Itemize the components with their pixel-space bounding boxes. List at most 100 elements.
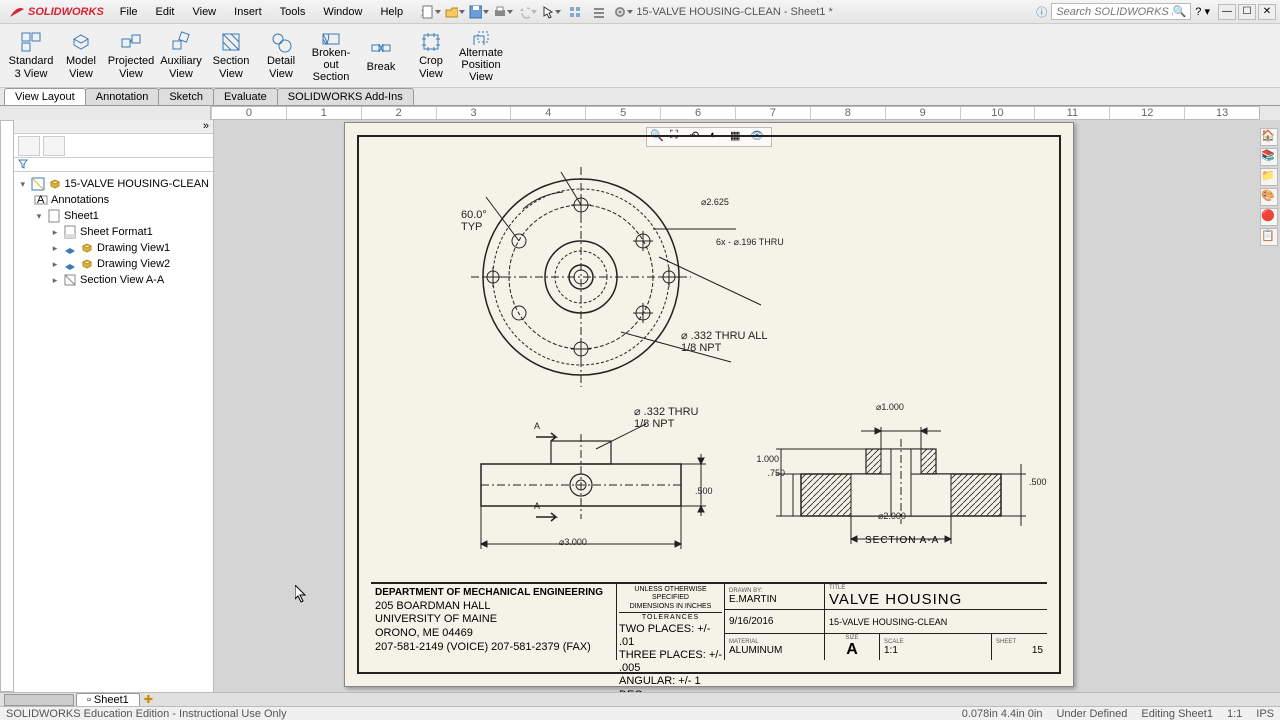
part-icon [48, 177, 62, 191]
info-icon[interactable]: ⓘ [1036, 4, 1047, 20]
diameter-dim: ⌀2.625 [701, 197, 729, 208]
width-dim: ⌀3.000 [559, 537, 587, 548]
minimize-button[interactable]: — [1218, 4, 1236, 20]
sect-bot-dim: ⌀2.000 [878, 511, 906, 522]
tab-addins[interactable]: SOLIDWORKS Add-Ins [277, 88, 414, 105]
sect-h3: .500 [1029, 477, 1047, 487]
command-tab-strip: View Layout Annotation Sketch Evaluate S… [0, 88, 1280, 106]
menu-edit[interactable]: Edit [148, 3, 183, 21]
menu-insert[interactable]: Insert [226, 3, 270, 21]
sheet-tab-icon: ▫ [87, 694, 91, 706]
maximize-button[interactable]: ☐ [1238, 4, 1256, 20]
tree-drawing-view1[interactable]: ▸ Drawing View1 [16, 240, 211, 256]
break-button[interactable]: Break [356, 26, 406, 85]
design-library-icon[interactable]: 📚 [1260, 148, 1278, 166]
new-doc-icon[interactable] [420, 2, 442, 22]
tab-annotation[interactable]: Annotation [85, 88, 160, 105]
help-search-input[interactable] [1056, 6, 1172, 18]
sheet-tab[interactable]: ▫Sheet1 [76, 693, 140, 707]
feature-tree: ▾ 15-VALVE HOUSING-CLEAN A Annotations ▾… [14, 172, 213, 292]
drawing-filename: 15-VALVE HOUSING-CLEAN [829, 617, 1043, 627]
tab-evaluate[interactable]: Evaluate [213, 88, 278, 105]
tree-root[interactable]: ▾ 15-VALVE HOUSING-CLEAN [16, 176, 211, 192]
collapse-panel-icon[interactable]: » [203, 120, 209, 132]
appearances-icon[interactable]: 🔴 [1260, 208, 1278, 226]
tree-section-view[interactable]: ▸ Section View A-A [16, 272, 211, 288]
tab-view-layout[interactable]: View Layout [4, 88, 86, 105]
drawing-area: 60.0°TYP ⌀2.625 6x - ⌀.196 THRU ⌀ .332 T… [371, 149, 1047, 660]
model-view-button[interactable]: ModelView [56, 26, 106, 85]
broken-out-section-button[interactable]: Broken-outSection [306, 26, 356, 85]
model-tab[interactable] [4, 694, 74, 706]
projected-view-button[interactable]: ProjectedView [106, 26, 156, 85]
feature-tree-tab-icon[interactable] [18, 136, 40, 156]
resources-tab-icon[interactable]: 🏠 [1260, 128, 1278, 146]
tree-sheet[interactable]: ▾ Sheet1 [16, 208, 211, 224]
tab-sketch[interactable]: Sketch [158, 88, 214, 105]
status-units[interactable]: IPS [1256, 708, 1274, 720]
sect-h1: 1.000 [751, 454, 779, 464]
title-block-tolerances: UNLESS OTHERWISE SPECIFIED DIMENSIONS IN… [617, 584, 725, 660]
print-icon[interactable] [492, 2, 514, 22]
tree-sheet-format[interactable]: ▸ Sheet Format1 [16, 224, 211, 240]
tree-annotations[interactable]: A Annotations [16, 192, 211, 208]
open-icon[interactable] [444, 2, 466, 22]
auxiliary-view-button[interactable]: AuxiliaryView [156, 26, 206, 85]
options-icon[interactable] [588, 2, 610, 22]
title-block-address: DEPARTMENT OF MECHANICAL ENGINEERING 205… [371, 584, 617, 660]
section-label: SECTION A-A [865, 535, 939, 546]
sheet-tab-bar: ▫Sheet1 ✚ [0, 692, 1280, 706]
panel-tab-icons [14, 134, 213, 158]
menu-help[interactable]: Help [372, 3, 411, 21]
help-dropdown-icon[interactable]: ? ▾ [1195, 5, 1210, 18]
annotations-icon: A [34, 193, 48, 207]
drawing-title: VALVE HOUSING [829, 591, 1043, 608]
filter-icon[interactable] [14, 158, 213, 172]
help-search-box[interactable]: 🔍 [1051, 3, 1191, 20]
menu-window[interactable]: Window [315, 3, 370, 21]
view-palette-icon[interactable]: 🎨 [1260, 188, 1278, 206]
property-tab-icon[interactable] [43, 136, 65, 156]
status-bar: SOLIDWORKS Education Edition - Instructi… [0, 706, 1280, 720]
help-search-area: ⓘ 🔍 ? ▾ [1036, 3, 1210, 20]
search-icon[interactable]: 🔍 [1173, 5, 1187, 18]
add-sheet-icon[interactable]: ✚ [144, 693, 153, 706]
crop-view-button[interactable]: CropView [406, 26, 456, 85]
section-view-button[interactable]: SectionView [206, 26, 256, 85]
menu-file[interactable]: File [112, 3, 146, 21]
rebuild-icon[interactable] [564, 2, 586, 22]
alternate-position-view-button[interactable]: AlternatePositionView [456, 26, 506, 85]
standard-3view-button[interactable]: Standard3 View [6, 26, 56, 85]
detail-view-button[interactable]: DetailView [256, 26, 306, 85]
status-defined: Under Defined [1056, 708, 1127, 720]
settings-icon[interactable] [612, 2, 634, 22]
drawing-canvas[interactable]: 🔍 ⛶ ↶ ◐ ▦ 👁 [214, 120, 1280, 692]
menu-tools[interactable]: Tools [272, 3, 314, 21]
status-scale[interactable]: 1:1 [1227, 708, 1242, 720]
custom-props-icon[interactable]: 📋 [1260, 228, 1278, 246]
status-coords: 0.078in 4.4in 0in [962, 708, 1043, 720]
sheet-icon [47, 209, 61, 223]
tree-drawing-view2[interactable]: ▸ Drawing View2 [16, 256, 211, 272]
solidworks-icon [8, 3, 26, 21]
undo-icon[interactable] [516, 2, 538, 22]
sect-top-dim: ⌀1.000 [876, 402, 904, 413]
close-button[interactable]: ✕ [1258, 4, 1276, 20]
file-explorer-icon[interactable]: 📁 [1260, 168, 1278, 186]
menu-view[interactable]: View [184, 3, 224, 21]
section-view-icon [63, 273, 77, 287]
status-edition: SOLIDWORKS Education Edition - Instructi… [6, 708, 287, 720]
select-icon[interactable] [540, 2, 562, 22]
app-logo: SOLIDWORKS [4, 3, 112, 21]
part-ref-icon [80, 257, 94, 271]
center-hole-callout: ⌀ .332 THRU ALL1/8 NPT [681, 329, 768, 354]
mouse-cursor [295, 585, 307, 603]
angle-dim: 60.0°TYP [461, 209, 487, 233]
save-icon[interactable] [468, 2, 490, 22]
title-bar: SOLIDWORKS File Edit View Insert Tools W… [0, 0, 1280, 24]
drawing-sheet[interactable]: 🔍 ⛶ ↶ ◐ ▦ 👁 [344, 122, 1074, 687]
panel-header: » [14, 120, 213, 134]
npt-callout: ⌀ .332 THRU1/8 NPT [634, 405, 699, 430]
drawing-date: 9/16/2016 [729, 616, 820, 627]
quick-access-toolbar [420, 2, 634, 22]
